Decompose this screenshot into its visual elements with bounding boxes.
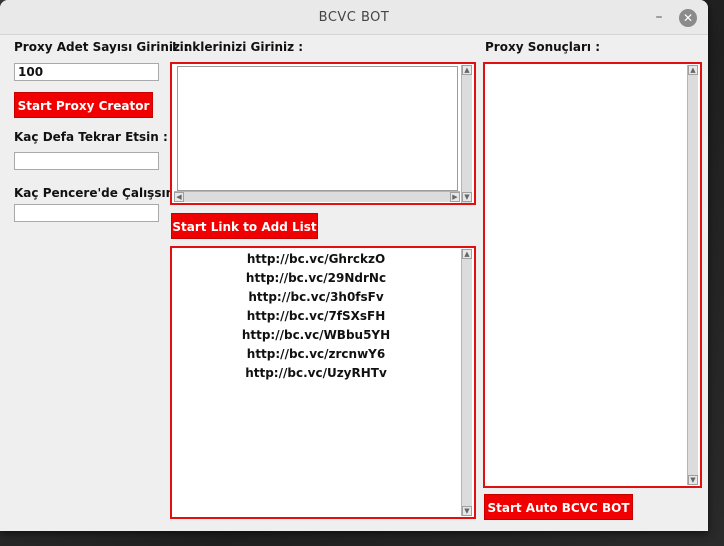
scroll-down-icon[interactable]: ▼ [688, 475, 698, 485]
scroll-down-icon[interactable]: ▼ [462, 192, 472, 202]
links-vertical-scrollbar[interactable]: ▲ ▼ [461, 65, 472, 203]
list-item[interactable]: http://bc.vc/7fSXsFH [172, 309, 460, 328]
list-item[interactable]: http://bc.vc/GhrckzO [172, 252, 460, 271]
proxy-count-label: Proxy Adet Sayısı Giriniz : [14, 40, 189, 54]
window-title: BCVC BOT [318, 10, 390, 25]
scroll-up-icon[interactable]: ▲ [462, 249, 472, 259]
proxy-results-label: Proxy Sonuçları : [485, 40, 601, 54]
scroll-up-icon[interactable]: ▲ [688, 65, 698, 75]
minimize-icon[interactable]: – [652, 10, 666, 24]
window-count-label: Kaç Pencere'de Çalışsın : [14, 186, 184, 200]
links-textarea[interactable] [177, 66, 458, 191]
links-input-frame: ▲ ▼ ◀ ▶ [170, 62, 476, 205]
scroll-up-icon[interactable]: ▲ [462, 65, 472, 75]
start-link-add-list-button[interactable]: Start Link to Add List [171, 213, 318, 239]
scroll-left-icon[interactable]: ◀ [174, 192, 184, 202]
proxy-results-frame: ▲ ▼ [483, 62, 702, 488]
link-list-vertical-scrollbar[interactable]: ▲ ▼ [461, 249, 472, 516]
repeat-count-input[interactable] [14, 152, 159, 170]
list-item[interactable]: http://bc.vc/3h0fsFv [172, 290, 460, 309]
app-window: BCVC BOT – ✕ Proxy Adet Sayısı Giriniz :… [0, 0, 708, 531]
scroll-right-icon[interactable]: ▶ [450, 192, 460, 202]
scroll-down-icon[interactable]: ▼ [462, 506, 472, 516]
list-item[interactable]: http://bc.vc/WBbu5YH [172, 328, 460, 347]
start-auto-bcvc-bot-button[interactable]: Start Auto BCVC BOT [484, 494, 633, 520]
start-proxy-creator-button[interactable]: Start Proxy Creator [14, 92, 153, 118]
proxy-count-input[interactable]: 100 [14, 63, 159, 81]
close-icon[interactable]: ✕ [679, 9, 697, 27]
repeat-count-label: Kaç Defa Tekrar Etsin : [14, 130, 168, 144]
proxy-results-vertical-scrollbar[interactable]: ▲ ▼ [687, 65, 698, 485]
list-item[interactable]: http://bc.vc/zrcnwY6 [172, 347, 460, 366]
link-list-frame: http://bc.vc/GhrckzO http://bc.vc/29NdrN… [170, 246, 476, 519]
links-label: Linklerinizi Giriniz : [172, 40, 304, 54]
list-item[interactable]: http://bc.vc/29NdrNc [172, 271, 460, 290]
title-bar[interactable]: BCVC BOT – ✕ [0, 0, 708, 35]
links-horizontal-scrollbar[interactable]: ◀ ▶ [174, 191, 460, 202]
list-item[interactable]: http://bc.vc/UzyRHTv [172, 366, 460, 385]
link-list: http://bc.vc/GhrckzO http://bc.vc/29NdrN… [172, 252, 460, 385]
window-count-input[interactable] [14, 204, 159, 222]
